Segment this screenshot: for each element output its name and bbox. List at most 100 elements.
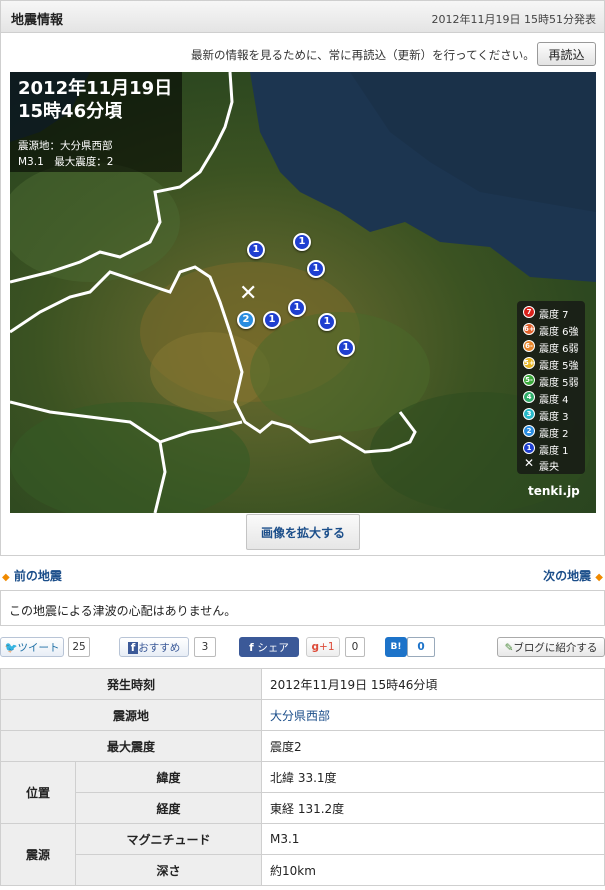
source-label: 震源 <box>0 823 76 886</box>
right-arrow-icon: ◆ <box>595 572 603 583</box>
left-arrow-icon: ◆ <box>2 572 10 583</box>
reload-notice: 最新の情報を見るために、常に再読込（更新）を行ってください。 <box>191 48 535 62</box>
legend-dot: 2 <box>523 425 535 437</box>
legend-label: 震度 4 <box>539 395 569 406</box>
map-magnitude-label: M3.1 最大震度：2 <box>18 156 114 168</box>
legend-row: 7 震度 7 <box>523 304 585 321</box>
map-time: 15時46分頃 <box>18 101 123 122</box>
legend-label: 震度 6強 <box>539 327 579 338</box>
hatena-bookmark-button[interactable]: B! <box>385 637 407 657</box>
blog-share-button[interactable]: ✎ブログに紹介する <box>497 637 605 657</box>
legend-row: 1 震度 1 <box>523 440 585 457</box>
intensity-marker: 1 <box>307 260 325 278</box>
social-buttons: 🐦ツイート 25 f おすすめ 3 f シェア g+1 0 B! 0 ✎ブログに紹… <box>0 637 605 659</box>
map-panel: 最新の情報を見るために、常に再読込（更新）を行ってください。 再読込 2012年… <box>0 33 605 556</box>
tsunami-notice-box: この地震による津波の心配はありません。 <box>0 590 605 626</box>
next-earthquake-label: 次の地震 <box>543 569 592 583</box>
epicenter-link[interactable]: 大分県西部 <box>261 699 605 731</box>
intensity-marker: 1 <box>318 313 336 331</box>
position-label: 位置 <box>0 761 76 824</box>
legend-row: 5+ 震度 5強 <box>523 355 585 372</box>
fb-count: 3 <box>194 637 216 657</box>
intensity-marker: 1 <box>337 339 355 357</box>
depth-label: 深さ <box>75 854 262 886</box>
legend-label: 震度 7 <box>539 310 569 321</box>
table-row: 発生時刻 2012年11月19日 15時46分頃 <box>0 668 605 700</box>
legend-dot: 6+ <box>523 323 535 335</box>
legend-row: ✕ 震央 <box>523 456 585 473</box>
intensity-marker: 1 <box>263 311 281 329</box>
blog-share-label: ブログに紹介する <box>513 641 598 654</box>
table-row: 最大震度 震度2 <box>0 730 605 762</box>
fb-recommend-button[interactable]: f おすすめ <box>119 637 189 657</box>
legend-dot: 1 <box>523 442 535 454</box>
intensity-marker: 1 <box>288 299 306 317</box>
tenki-logo: tenki.jp <box>528 484 580 498</box>
epicenter-marker: ✕ <box>239 281 258 306</box>
magnitude-label: マグニチュード <box>75 823 262 855</box>
tweet-count: 25 <box>68 637 90 657</box>
gplus-count: 0 <box>345 637 365 657</box>
page-title: 地震情報 <box>11 13 64 28</box>
gplus-icon: g <box>311 641 320 653</box>
legend-row: 5- 震度 5弱 <box>523 372 585 389</box>
legend-dot: 4 <box>523 391 535 403</box>
share-label: シェア <box>257 641 289 654</box>
prev-earthquake-link[interactable]: ◆ 前の地震 <box>2 567 62 584</box>
map-info-overlay: 2012年11月19日 15時46分頃 震源地：大分県西部 M3.1 最大震度：… <box>10 72 182 172</box>
legend-dot: 5- <box>523 374 535 386</box>
intensity-legend: 7 震度 7 6+ 震度 6強 6- 震度 6弱 5+ 震度 5強 5- 震度 … <box>517 301 585 474</box>
legend-label: 震度 1 <box>539 446 569 457</box>
gplus-label: +1 <box>319 641 335 653</box>
twitter-icon: 🐦 <box>4 641 18 654</box>
legend-label: 震度 3 <box>539 412 569 423</box>
legend-label: 震央 <box>539 462 559 473</box>
occurred-value: 2012年11月19日 15時46分頃 <box>261 668 605 700</box>
map-date: 2012年11月19日 <box>18 78 173 99</box>
legend-dot: 7 <box>523 306 535 318</box>
depth-value: 約10km <box>261 854 605 886</box>
tweet-label: ツイート <box>17 641 60 654</box>
gplus-button[interactable]: g+1 <box>306 637 340 657</box>
tsunami-notice: この地震による津波の心配はありません。 <box>9 604 237 618</box>
intensity-marker: 2 <box>237 311 255 329</box>
magnitude-value: M3.1 <box>261 823 605 855</box>
legend-label: 震度 6弱 <box>539 344 579 355</box>
legend-row: 2 震度 2 <box>523 423 585 440</box>
prev-earthquake-label: 前の地震 <box>13 569 62 583</box>
reload-button[interactable]: 再読込 <box>537 42 596 66</box>
latitude-label: 緯度 <box>75 761 262 793</box>
map-epicenter-label: 震源地：大分県西部 <box>18 140 113 152</box>
facebook-icon: f <box>127 641 139 654</box>
legend-dot: 6- <box>523 340 535 352</box>
epicenter-label: 震源地 <box>0 699 262 731</box>
enlarge-image-button[interactable]: 画像を拡大する <box>246 514 360 550</box>
issued-time: 2012年11月19日 15時51分発表 <box>431 13 596 26</box>
legend-dot: 5+ <box>523 357 535 369</box>
tweet-button[interactable]: 🐦ツイート <box>0 637 64 657</box>
max-intensity-label: 最大震度 <box>0 730 262 762</box>
table-row: 震源 マグニチュード M3.1 <box>0 823 605 886</box>
table-row: 深さ 約10km <box>1 854 605 886</box>
legend-row: 3 震度 3 <box>523 406 585 423</box>
latitude-value: 北緯 33.1度 <box>261 761 605 793</box>
page-header: 地震情報 2012年11月19日 15時51分発表 <box>0 0 605 33</box>
legend-label: 震度 5弱 <box>539 378 579 389</box>
occurred-label: 発生時刻 <box>0 668 262 700</box>
legend-row: 4 震度 4 <box>523 389 585 406</box>
legend-label: 震度 5強 <box>539 361 579 372</box>
table-row: 位置 緯度 北緯 33.1度 <box>0 761 605 824</box>
earthquake-map[interactable]: 2012年11月19日 15時46分頃 震源地：大分県西部 M3.1 最大震度：… <box>10 72 596 513</box>
fb-share-button[interactable]: f シェア <box>239 637 299 657</box>
table-row: 経度 東経 131.2度 <box>1 792 605 824</box>
next-earthquake-link[interactable]: 次の地震 ◆ <box>543 567 603 584</box>
earthquake-detail-table: 発生時刻 2012年11月19日 15時46分頃 震源地 大分県西部 最大震度 … <box>0 668 605 886</box>
intensity-marker: 1 <box>293 233 311 251</box>
fb-recommend-label: おすすめ <box>138 641 181 654</box>
longitude-value: 東経 131.2度 <box>261 792 605 824</box>
max-intensity-value: 震度2 <box>261 730 605 762</box>
legend-label: 震度 2 <box>539 429 569 440</box>
longitude-label: 経度 <box>75 792 262 824</box>
legend-row: 6+ 震度 6強 <box>523 321 585 338</box>
legend-dot: 3 <box>523 408 535 420</box>
